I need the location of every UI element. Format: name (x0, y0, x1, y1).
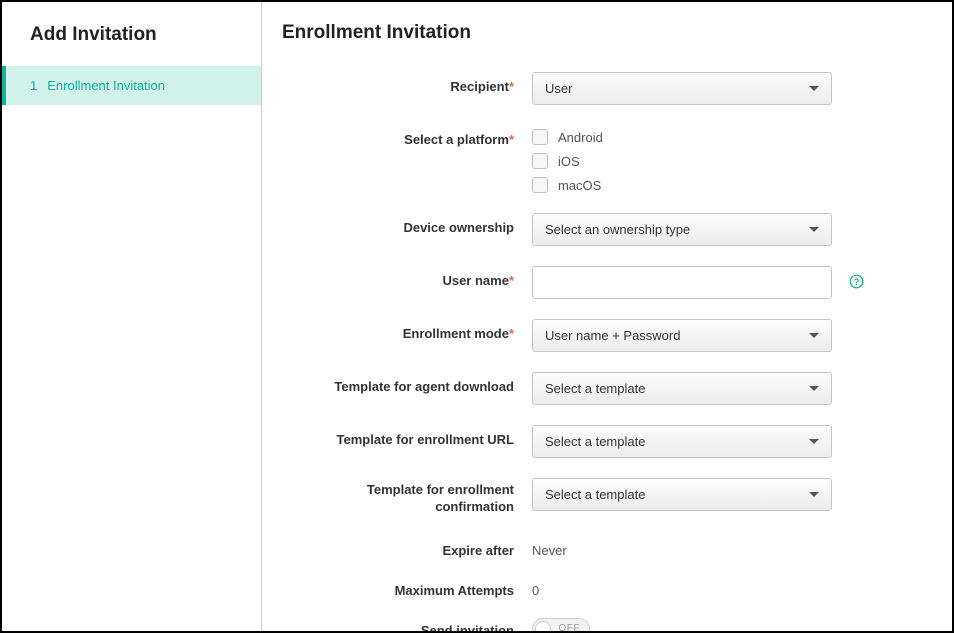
toggle-knob-icon (535, 621, 551, 631)
chevron-down-icon (809, 386, 819, 391)
platform-label: iOS (558, 154, 580, 169)
template-confirm-selected: Select a template (545, 487, 645, 502)
chevron-down-icon (809, 227, 819, 232)
template-confirm-select[interactable]: Select a template (532, 478, 832, 511)
checkbox-icon (532, 129, 548, 145)
row-template-url: Template for enrollment URL Select a tem… (282, 425, 932, 458)
ownership-selected: Select an ownership type (545, 222, 690, 237)
row-platform: Select a platform* Android iOS macOS (282, 125, 932, 193)
label-text: confirmation (435, 499, 514, 514)
label-recipient: Recipient* (282, 72, 532, 94)
label-template-confirm: Template for enrollment confirmation (282, 478, 532, 516)
row-recipient: Recipient* User (282, 72, 932, 105)
label-sendinv: Send invitation (282, 616, 532, 631)
label-text: Enrollment mode (403, 326, 509, 341)
template-url-select[interactable]: Select a template (532, 425, 832, 458)
label-text: Template for enrollment (367, 482, 514, 497)
platform-label: Android (558, 130, 603, 145)
enrollmode-selected: User name + Password (545, 328, 680, 343)
label-username: User name* (282, 266, 532, 288)
label-enrollmode: Enrollment mode* (282, 319, 532, 341)
label-platform: Select a platform* (282, 125, 532, 147)
label-template-agent: Template for agent download (282, 372, 532, 394)
template-agent-select[interactable]: Select a template (532, 372, 832, 405)
required-marker: * (509, 79, 514, 94)
expire-value: Never (532, 536, 567, 558)
platform-group: Android iOS macOS (532, 125, 603, 193)
chevron-down-icon (809, 333, 819, 338)
svg-text:?: ? (853, 277, 859, 287)
label-text: User name (442, 273, 508, 288)
platform-option-android[interactable]: Android (532, 129, 603, 145)
row-sendinv: Send invitation OFF (282, 616, 932, 631)
label-ownership: Device ownership (282, 213, 532, 235)
platform-label: macOS (558, 178, 601, 193)
recipient-select[interactable]: User (532, 72, 832, 105)
row-ownership: Device ownership Select an ownership typ… (282, 213, 932, 246)
row-username: User name* ? (282, 266, 932, 299)
required-marker: * (509, 273, 514, 288)
toggle-state: OFF (559, 623, 581, 631)
step-number: 1 (30, 78, 37, 93)
checkbox-icon (532, 177, 548, 193)
platform-option-ios[interactable]: iOS (532, 153, 603, 169)
row-maxattempts: Maximum Attempts 0 (282, 576, 932, 598)
row-enrollmode: Enrollment mode* User name + Password (282, 319, 932, 352)
required-marker: * (509, 326, 514, 341)
ownership-select[interactable]: Select an ownership type (532, 213, 832, 246)
row-template-confirm: Template for enrollment confirmation Sel… (282, 478, 932, 516)
template-url-selected: Select a template (545, 434, 645, 449)
label-text: Recipient (450, 79, 509, 94)
checkbox-icon (532, 153, 548, 169)
sidebar: Add Invitation 1 Enrollment Invitation (2, 2, 262, 631)
chevron-down-icon (809, 86, 819, 91)
recipient-selected: User (545, 81, 572, 96)
main-content: Enrollment Invitation Recipient* User Se… (262, 2, 952, 631)
row-expire: Expire after Never (282, 536, 932, 558)
help-icon[interactable]: ? (848, 273, 864, 289)
platform-option-macos[interactable]: macOS (532, 177, 603, 193)
row-template-agent: Template for agent download Select a tem… (282, 372, 932, 405)
chevron-down-icon (809, 439, 819, 444)
sendinv-toggle[interactable]: OFF (532, 618, 590, 631)
step-label: Enrollment Invitation (47, 78, 165, 93)
maxattempts-value: 0 (532, 576, 539, 598)
page-title: Enrollment Invitation (282, 22, 932, 44)
label-maxattempts: Maximum Attempts (282, 576, 532, 598)
enrollmode-select[interactable]: User name + Password (532, 319, 832, 352)
chevron-down-icon (809, 492, 819, 497)
window: Add Invitation 1 Enrollment Invitation E… (0, 0, 954, 633)
label-text: Select a platform (404, 132, 509, 147)
template-agent-selected: Select a template (545, 381, 645, 396)
sidebar-step-enrollment-invitation[interactable]: 1 Enrollment Invitation (2, 66, 261, 105)
username-input[interactable] (532, 266, 832, 299)
label-expire: Expire after (282, 536, 532, 558)
required-marker: * (509, 132, 514, 147)
label-template-url: Template for enrollment URL (282, 425, 532, 447)
sidebar-title: Add Invitation (2, 2, 261, 66)
